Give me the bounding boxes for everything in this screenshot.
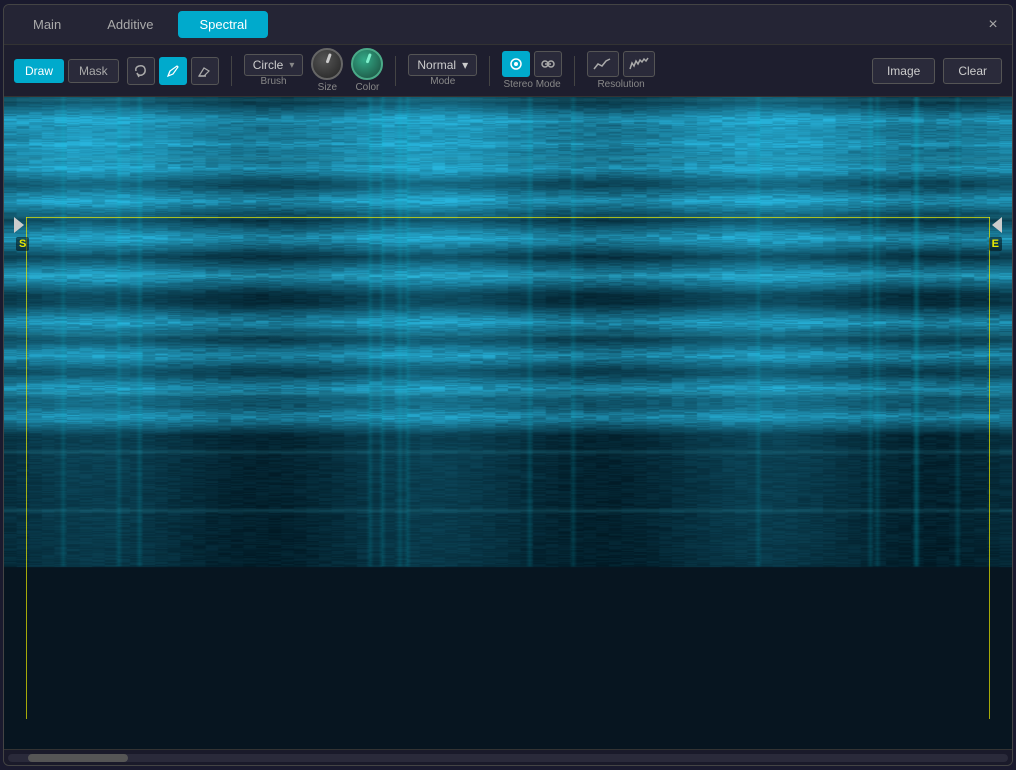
lasso-icon[interactable] bbox=[127, 57, 155, 85]
brush-dropdown[interactable]: Circle ▾ bbox=[244, 54, 304, 76]
clear-button[interactable]: Clear bbox=[943, 58, 1002, 84]
tab-main[interactable]: Main bbox=[12, 11, 82, 38]
draw-mask-group: Draw Mask bbox=[14, 59, 119, 83]
scrollbar-thumb[interactable] bbox=[28, 754, 128, 762]
selection-line-top bbox=[26, 217, 990, 218]
playhead-right-marker bbox=[992, 217, 1002, 233]
start-marker: S bbox=[16, 237, 29, 251]
res-low-button[interactable] bbox=[587, 51, 619, 77]
color-knob[interactable] bbox=[351, 48, 383, 80]
color-knob-group: Color bbox=[351, 48, 383, 93]
size-knob[interactable] bbox=[311, 48, 343, 80]
res-high-button[interactable] bbox=[623, 51, 655, 77]
image-button[interactable]: Image bbox=[872, 58, 935, 84]
tab-spectral[interactable]: Spectral bbox=[178, 11, 268, 38]
stereo-buttons bbox=[502, 51, 562, 77]
brush-select-group: Circle ▾ Brush bbox=[244, 54, 304, 87]
mode-chevron-icon: ▾ bbox=[462, 58, 468, 72]
resolution-buttons bbox=[587, 51, 655, 77]
selection-line-right bbox=[989, 217, 990, 719]
brush-type-label: Circle bbox=[253, 58, 284, 72]
mode-select-group: Normal ▾ Mode bbox=[408, 54, 477, 87]
color-label: Color bbox=[355, 82, 379, 93]
divider-3 bbox=[489, 56, 490, 86]
scrollbar-area bbox=[4, 749, 1012, 765]
size-label: Size bbox=[318, 82, 337, 93]
mode-label: Mode bbox=[430, 76, 455, 87]
pen-icon[interactable] bbox=[159, 57, 187, 85]
stereo-mode-group: Stereo Mode bbox=[502, 51, 562, 90]
divider-4 bbox=[574, 56, 575, 86]
resolution-label: Resolution bbox=[597, 79, 644, 90]
stereo-link-button[interactable] bbox=[534, 51, 562, 77]
playhead-left-marker bbox=[14, 217, 24, 233]
tab-additive[interactable]: Additive bbox=[86, 11, 174, 38]
stereo-both-button[interactable] bbox=[502, 51, 530, 77]
size-knob-group: Size bbox=[311, 48, 343, 93]
divider-2 bbox=[395, 56, 396, 86]
mode-value-label: Normal bbox=[417, 58, 456, 72]
close-button[interactable]: × bbox=[982, 14, 1004, 36]
chevron-down-icon: ▾ bbox=[289, 60, 294, 71]
stereo-mode-label: Stereo Mode bbox=[503, 79, 560, 90]
spectrogram-canvas bbox=[4, 97, 1012, 749]
toolbar: Draw Mask bbox=[4, 45, 1012, 97]
mode-dropdown[interactable]: Normal ▾ bbox=[408, 54, 477, 76]
brush-label: Brush bbox=[260, 76, 286, 87]
scrollbar-track[interactable] bbox=[8, 754, 1008, 762]
tool-icons-group bbox=[127, 57, 219, 85]
eraser-icon[interactable] bbox=[191, 57, 219, 85]
divider-1 bbox=[231, 56, 232, 86]
resolution-group: Resolution bbox=[587, 51, 655, 90]
app-window: Main Additive Spectral × Draw Mask bbox=[3, 4, 1013, 766]
mask-button[interactable]: Mask bbox=[68, 59, 119, 83]
end-marker: E bbox=[989, 237, 1002, 251]
draw-button[interactable]: Draw bbox=[14, 59, 64, 83]
title-bar: Main Additive Spectral × bbox=[4, 5, 1012, 45]
selection-line-left bbox=[26, 217, 27, 719]
canvas-area[interactable]: S E bbox=[4, 97, 1012, 749]
